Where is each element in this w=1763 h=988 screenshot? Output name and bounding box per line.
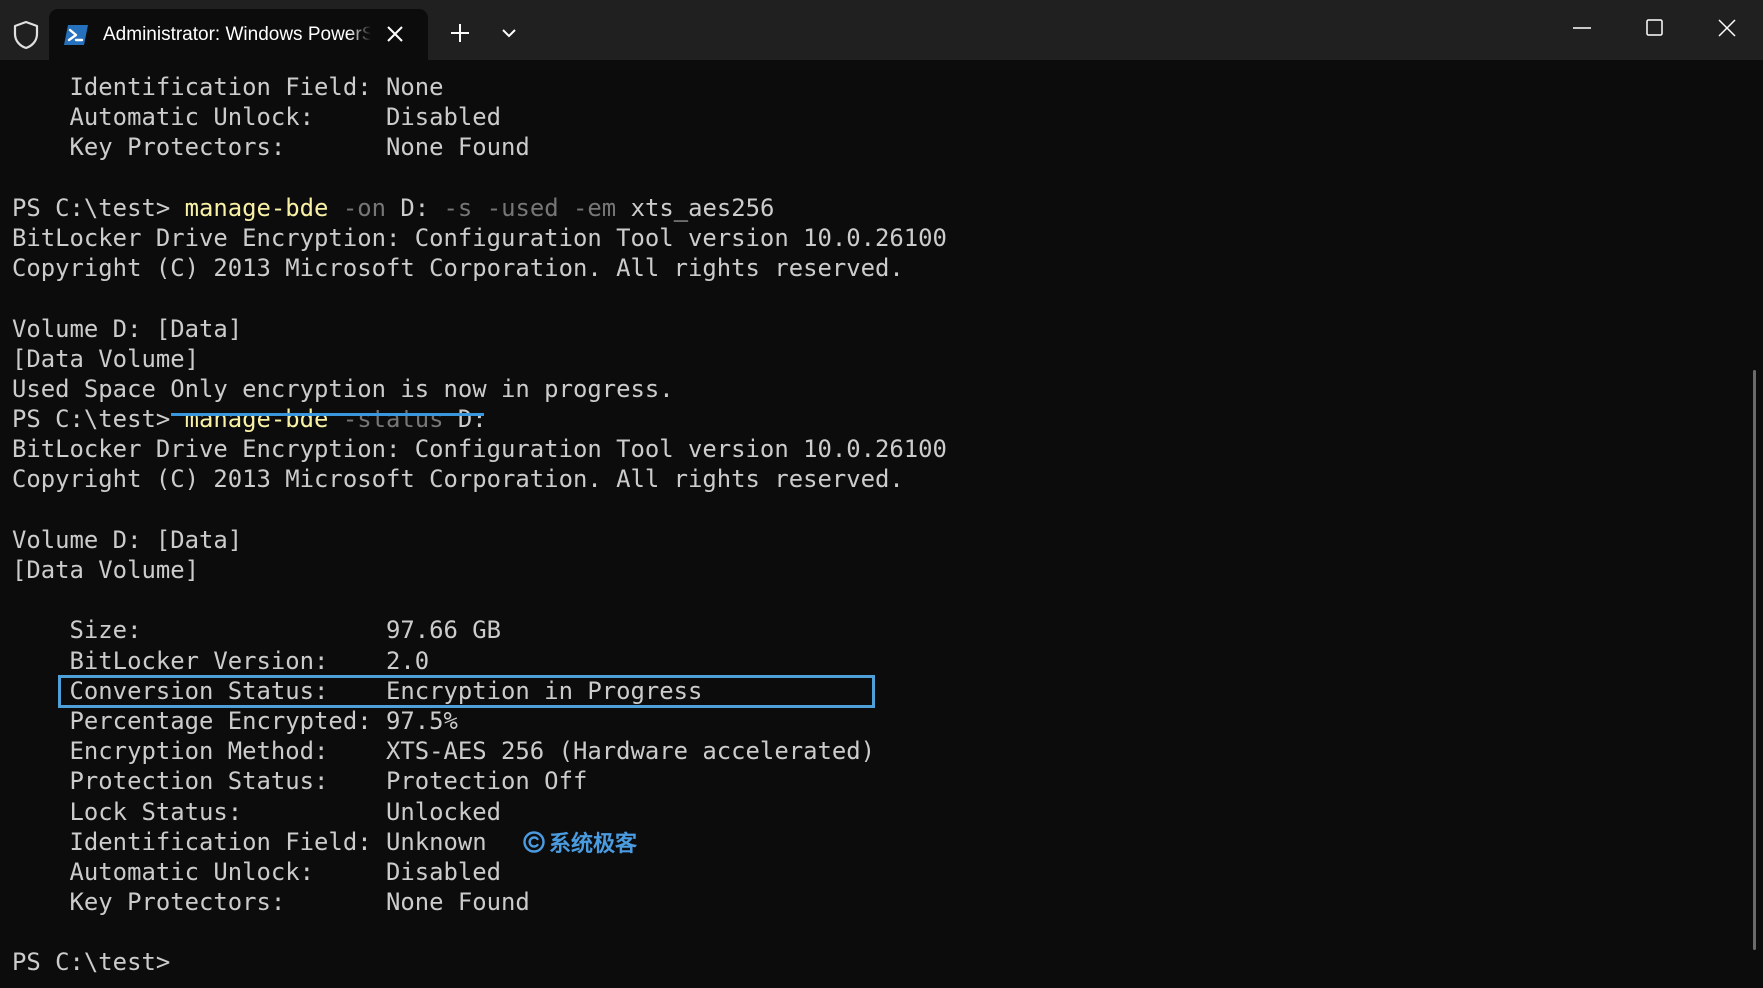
terminal-line: [Data Volume] [12, 556, 199, 584]
maximize-icon [1646, 19, 1663, 36]
prompt: PS C:\test> [12, 405, 185, 434]
minimize-button[interactable] [1546, 0, 1618, 58]
terminal-line: PS C:\test> [12, 948, 171, 977]
command-name: manage-bde [184, 193, 329, 222]
terminal-line: BitLocker Drive Encryption: Configuratio… [12, 435, 947, 464]
terminal-line: Identification Field: None [12, 73, 444, 101]
scrollbar-thumb[interactable] [1753, 370, 1756, 950]
terminal-line: Automatic Unlock: Disabled [12, 857, 502, 886]
powershell-icon [64, 25, 88, 45]
command-parameter: -em [573, 193, 617, 222]
terminal-line: Automatic Unlock: Disabled [12, 103, 502, 132]
command-parameter: -status [342, 405, 444, 434]
close-icon [1718, 19, 1736, 37]
terminal-line: Key Protectors: None Found [12, 888, 530, 917]
terminal-text[interactable]: Identification Field: None Automatic Unl… [12, 72, 947, 978]
minimize-icon [1573, 27, 1591, 29]
terminal-window: Administrator: Windows PowerShell [0, 0, 1763, 988]
terminal-line: BitLocker Version: 2.0 [12, 646, 430, 675]
terminal-line: Percentage Encrypted: 97.5% [12, 706, 458, 735]
close-tab-icon[interactable] [384, 23, 406, 45]
scrollbar[interactable] [1750, 60, 1763, 988]
command-argument: D: [386, 193, 444, 222]
terminal-line: Used Space Only encryption is now in pro… [12, 374, 674, 403]
tab-title: Administrator: Windows PowerShell [103, 24, 371, 45]
watermark: 系统极客 [522, 827, 637, 857]
new-tab-icon[interactable] [449, 22, 471, 44]
tab-powershell[interactable]: Administrator: Windows PowerShell [49, 9, 428, 60]
terminal-line: Protection Status: Protection Off [12, 767, 588, 796]
watermark-text: 系统极客 [549, 832, 638, 857]
command-parameter: -on [342, 193, 386, 222]
terminal-line: PS C:\test> manage-bde -status D: [12, 404, 947, 434]
command-underline [171, 413, 484, 416]
command-argument: D: [443, 405, 487, 434]
terminal-line: Copyright (C) 2013 Microsoft Corporation… [12, 254, 904, 283]
command-argument: xts_aes256 [616, 193, 775, 222]
command-parameter: -used [486, 193, 559, 222]
close-window-button[interactable] [1691, 0, 1763, 58]
chevron-down-icon[interactable] [500, 26, 518, 40]
terminal-line: Copyright (C) 2013 Microsoft Corporation… [12, 465, 904, 494]
maximize-button[interactable] [1619, 0, 1691, 58]
terminal-line: Identification Field: Unknown [12, 827, 487, 856]
terminal-line: Lock Status: Unlocked [12, 797, 502, 826]
terminal-line: Size: 97.66 GB [12, 616, 502, 645]
command-parameter: -s [443, 193, 473, 222]
terminal-line: [Data Volume] [12, 344, 199, 373]
command-argument [328, 405, 342, 433]
shield-icon [13, 20, 39, 50]
command-argument [328, 194, 342, 222]
command-argument [472, 194, 486, 222]
terminal-line: BitLocker Drive Encryption: Configuratio… [12, 223, 947, 252]
prompt: PS C:\test> [12, 193, 185, 222]
encryption-method-highlight [58, 675, 875, 708]
command-argument [559, 194, 573, 222]
terminal-line: Volume D: [Data] [12, 314, 243, 343]
terminal-line: Volume D: [Data] [12, 525, 243, 554]
title-bar: Administrator: Windows PowerShell [0, 0, 1763, 60]
terminal-line: Key Protectors: None Found [12, 133, 530, 162]
terminal-output[interactable]: Identification Field: None Automatic Unl… [0, 60, 1763, 988]
terminal-line: Encryption Method: XTS-AES 256 (Hardware… [12, 737, 876, 766]
terminal-line: PS C:\test> manage-bde -on D: -s -used -… [12, 193, 947, 223]
command-name: manage-bde [184, 405, 329, 434]
copyright-circle-icon [523, 831, 545, 853]
